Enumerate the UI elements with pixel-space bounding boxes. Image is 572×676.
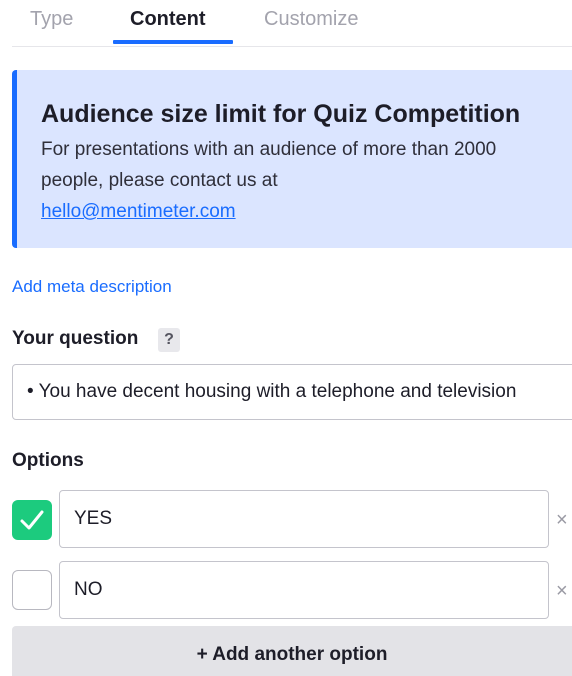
- remove-option-icon[interactable]: ×: [556, 510, 568, 530]
- tab-bar: Type Content Customize: [12, 0, 572, 47]
- contact-email-link[interactable]: hello@mentimeter.com: [41, 201, 236, 222]
- options-label: Options: [12, 450, 84, 471]
- audience-limit-banner: Audience size limit for Quiz Competition…: [12, 70, 572, 248]
- tab-type[interactable]: Type: [30, 8, 73, 31]
- option-correct-checkbox-yes[interactable]: [12, 500, 52, 540]
- add-meta-description-link[interactable]: Add meta description: [12, 277, 172, 297]
- question-input[interactable]: [12, 364, 572, 420]
- checkmark-icon: [20, 510, 44, 530]
- option-input-no[interactable]: [59, 561, 549, 619]
- banner-title: Audience size limit for Quiz Competition: [41, 100, 521, 128]
- help-icon[interactable]: ?: [158, 328, 180, 352]
- banner-body: For presentations with an audience of mo…: [41, 134, 561, 227]
- option-correct-checkbox-no[interactable]: [12, 570, 52, 610]
- active-tab-indicator: [113, 40, 233, 44]
- tab-customize[interactable]: Customize: [264, 8, 358, 31]
- remove-option-icon[interactable]: ×: [556, 581, 568, 601]
- question-label: Your question: [12, 328, 139, 349]
- add-option-button[interactable]: + Add another option: [12, 626, 572, 676]
- tab-content[interactable]: Content: [130, 8, 206, 31]
- content-panel: Type Content Customize Audience size lim…: [0, 0, 572, 676]
- banner-text: For presentations with an audience of mo…: [41, 139, 497, 191]
- option-input-yes[interactable]: [59, 490, 549, 548]
